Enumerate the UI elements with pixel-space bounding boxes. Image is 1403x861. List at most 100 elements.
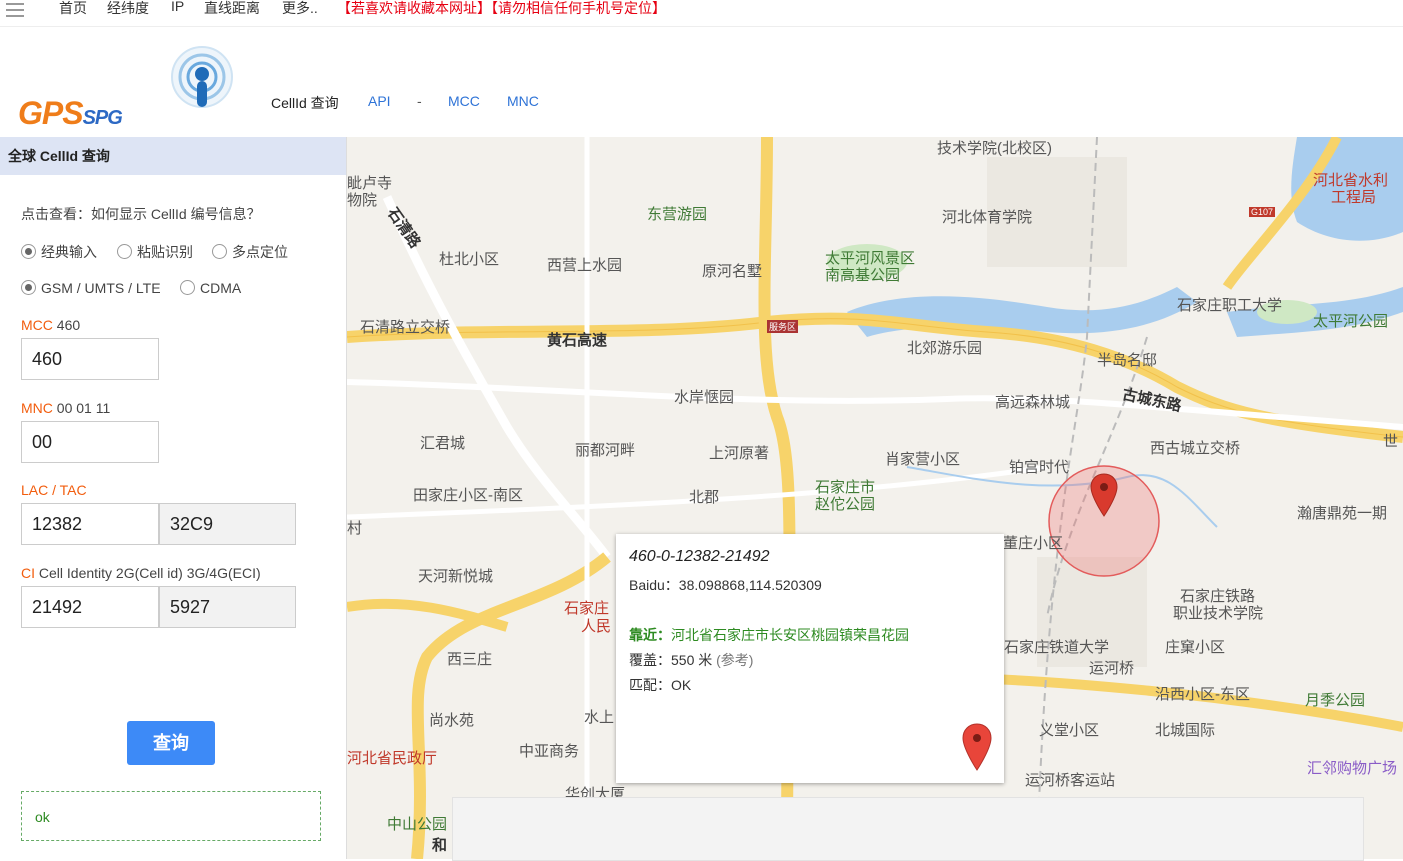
map-label: 铂宫时代	[1009, 459, 1070, 476]
location-pin-icon[interactable]	[1089, 472, 1119, 518]
map-label: 董庄小区	[1003, 535, 1064, 552]
map-label: 西三庄	[447, 651, 493, 668]
map-label: 技术学院(北校区)	[937, 140, 1052, 157]
nav-latlng[interactable]: 经纬度	[107, 0, 149, 18]
nav-home[interactable]: 首页	[59, 0, 87, 18]
help-link[interactable]: 点击查看：如何显示 CellId 编号信息？	[21, 204, 261, 224]
popup-pin-icon	[962, 723, 992, 771]
map-label: 西营上水园	[547, 257, 623, 274]
map-label: 半岛名邸	[1097, 352, 1158, 369]
map-label: 水岸惬园	[674, 389, 735, 406]
map-label: 北城国际	[1155, 722, 1216, 739]
map-label: 河北体育学院	[942, 209, 1033, 226]
lac-label: LAC / TAC	[21, 482, 87, 498]
mode-paste[interactable]: 粘贴识别	[117, 242, 193, 262]
map-label: 水上	[584, 709, 615, 726]
mode-multipoint[interactable]: 多点定位	[212, 242, 288, 262]
map-label: 田家庄小区-南区	[413, 487, 523, 504]
panel-title: 全球 CellId 查询	[0, 137, 346, 175]
map-label: 工程局	[1331, 189, 1377, 206]
map-label: 运河桥客运站	[1025, 772, 1116, 789]
info-popup: 460-0-12382-21492 Baidu：38.098868,114.52…	[616, 534, 1004, 783]
radio-icon	[212, 244, 227, 259]
map-label: 西古城立交桥	[1150, 440, 1241, 457]
map-label: 丽都河畔	[575, 442, 636, 459]
logo[interactable]: GPSSPG	[18, 45, 238, 135]
map-label: G107	[1249, 207, 1276, 217]
map-label: 汇邻购物广场	[1307, 760, 1398, 777]
menu-icon[interactable]	[6, 3, 24, 17]
map-label: 中亚商务	[519, 743, 580, 760]
subnav-mcc[interactable]: MCC	[448, 93, 480, 109]
ci-hex-input[interactable]: 5927	[159, 586, 296, 628]
bottom-panel	[452, 797, 1364, 861]
mnc-input[interactable]: 00	[21, 421, 159, 463]
map-label: 汇君城	[420, 435, 466, 452]
logo-text: GPSSPG	[18, 95, 123, 131]
lac-hex-input[interactable]: 32C9	[159, 503, 296, 545]
map-label: 运河桥	[1089, 660, 1135, 677]
radio-icon	[21, 280, 36, 295]
map-label: 瀚唐鼎苑一期	[1297, 505, 1388, 522]
popup-coverage: 覆盖：550 米 (参考)	[629, 652, 754, 668]
map-label: 高远森林城	[995, 394, 1071, 411]
mcc-label: MCC 460	[21, 317, 81, 333]
map-label: 中山公园	[387, 816, 448, 833]
map-label: 村	[347, 520, 363, 537]
network-gsm[interactable]: GSM / UMTS / LTE	[21, 280, 161, 296]
mode-classic[interactable]: 经典输入	[21, 242, 97, 262]
query-button[interactable]: 查询	[127, 721, 215, 765]
subnav-mnc[interactable]: MNC	[507, 93, 539, 109]
map-label: 义堂小区	[1039, 722, 1100, 739]
map-label: 和	[432, 837, 448, 854]
header: GPSSPG CellId 查询 API - MCC MNC	[0, 27, 1403, 138]
map-label: 职业技术学院	[1173, 605, 1264, 622]
top-nav: 首页 经纬度 IP 直线距离 更多.. 【若喜欢请收藏本网址】【请勿相信任何手机…	[0, 0, 1403, 27]
map-label: 月季公园	[1305, 692, 1366, 709]
map-label: 沿西小区-东区	[1155, 686, 1250, 703]
subnav-api[interactable]: API	[368, 93, 391, 109]
map-label: 原河名墅	[702, 263, 763, 280]
map-label: 石家庄职工大学	[1177, 297, 1283, 314]
map-label: 北郡	[689, 489, 720, 506]
mcc-input[interactable]: 460	[21, 338, 159, 380]
map-label: 肖家营小区	[885, 451, 961, 468]
map-label: 北郊游乐园	[907, 340, 983, 357]
map-label: 尚水苑	[429, 712, 475, 729]
subnav-separator: -	[417, 93, 422, 109]
popup-match: 匹配：OK	[629, 677, 692, 693]
map-label: 庄窠小区	[1165, 639, 1226, 656]
map-label: 上河原著	[709, 445, 770, 462]
map-label: 东营游园	[647, 206, 708, 223]
map-label: 太平河公园	[1313, 313, 1389, 330]
map-label: 天河新悦城	[418, 568, 494, 585]
notice-text: 【若喜欢请收藏本网址】【请勿相信任何手机号定位】	[337, 0, 666, 16]
network-cdma[interactable]: CDMA	[180, 280, 241, 296]
radio-icon	[180, 280, 195, 295]
ci-input[interactable]: 21492	[21, 586, 159, 628]
nav-ip[interactable]: IP	[171, 0, 184, 14]
radio-icon	[117, 244, 132, 259]
map-label: 河北省民政厅	[347, 750, 438, 767]
map-label: 世	[1383, 433, 1399, 450]
map-label: 石家庄铁道大学	[1004, 639, 1110, 656]
map-label: 杜北小区	[439, 251, 500, 268]
query-panel: 全球 CellId 查询 点击查看：如何显示 CellId 编号信息？ 经典输入…	[0, 137, 347, 859]
ci-label: CI Cell Identity 2G(Cell id) 3G/4G(ECI)	[21, 565, 261, 581]
subnav-cellid[interactable]: CellId 查询	[271, 93, 339, 113]
radio-icon	[21, 244, 36, 259]
nav-distance[interactable]: 直线距离	[204, 0, 260, 18]
map-label: 黄石高速	[547, 332, 608, 349]
lac-input[interactable]: 12382	[21, 503, 159, 545]
map-label: 服务区	[767, 320, 799, 333]
signal-logo-icon	[171, 46, 233, 108]
nav-more[interactable]: 更多..	[282, 0, 318, 18]
result-box: ok	[21, 791, 321, 841]
map-label: 南高基公园	[825, 267, 901, 284]
map-label: 石清路立交桥	[360, 319, 451, 336]
mnc-label: MNC 00 01 11	[21, 400, 111, 416]
popup-near: 靠近：河北省石家庄市长安区桃园镇荣昌花园	[629, 627, 909, 643]
map-label: 人民	[581, 618, 612, 635]
map-label: 赵佗公园	[815, 496, 876, 513]
map-label: 物院	[347, 192, 378, 209]
